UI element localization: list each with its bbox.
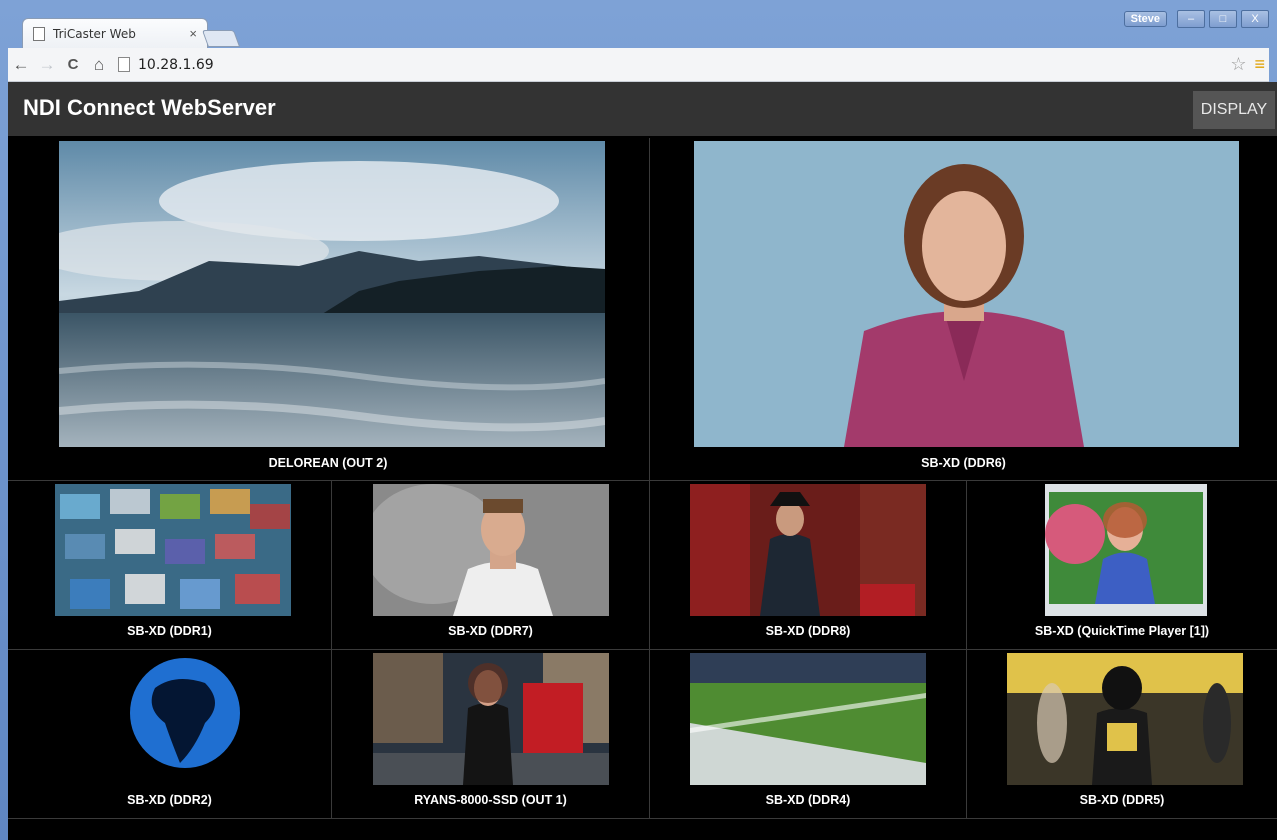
page-icon xyxy=(33,26,45,41)
new-tab-button[interactable] xyxy=(201,30,241,47)
source-tile[interactable]: SB-XD (DDR2) xyxy=(8,650,331,818)
source-label: RYANS-8000-SSD (OUT 1) xyxy=(414,793,567,807)
source-tile[interactable]: SB-XD (DDR5) xyxy=(967,650,1277,818)
menu-icon[interactable]: ≡ xyxy=(1254,54,1265,75)
video-preview-tiles xyxy=(55,484,291,616)
source-label: SB-XD (QuickTime Player [1]) xyxy=(1034,624,1210,638)
url-text: 10.28.1.69 xyxy=(138,56,214,73)
source-label: DELOREAN (OUT 2) xyxy=(268,456,388,470)
app-header: NDI Connect WebServer DISPLAY xyxy=(8,82,1277,136)
browser-tab[interactable]: TriCaster Web × xyxy=(22,18,208,48)
video-preview-presenter xyxy=(694,141,1239,447)
profile-badge[interactable]: Steve xyxy=(1123,11,1167,27)
source-tile-large[interactable]: SB-XD (DDR6) xyxy=(650,138,1277,480)
minimize-button[interactable]: – xyxy=(1177,10,1205,28)
video-preview-street xyxy=(373,653,609,785)
display-button[interactable]: DISPLAY xyxy=(1193,91,1275,129)
source-label: SB-XD (DDR8) xyxy=(765,624,851,638)
back-icon[interactable]: ← xyxy=(8,55,34,75)
source-label: SB-XD (DDR1) xyxy=(127,624,212,638)
video-preview-doctor xyxy=(373,484,609,616)
source-label: SB-XD (DDR5) xyxy=(1079,793,1165,807)
source-tile[interactable]: SB-XD (QuickTime Player [1]) xyxy=(967,481,1277,649)
source-label: SB-XD (DDR6) xyxy=(921,456,1006,470)
source-tile[interactable]: SB-XD (DDR7) xyxy=(332,481,649,649)
source-tile[interactable]: SB-XD (DDR8) xyxy=(650,481,966,649)
page-icon xyxy=(118,57,130,72)
source-label: SB-XD (DDR4) xyxy=(765,793,851,807)
video-preview-football-player xyxy=(1007,653,1243,785)
divider xyxy=(8,818,1277,819)
address-bar[interactable]: 10.28.1.69 xyxy=(118,52,1230,78)
video-preview-football-field xyxy=(690,653,926,785)
video-preview-lake xyxy=(59,141,605,447)
reload-icon[interactable]: C xyxy=(60,56,86,73)
source-tile[interactable]: RYANS-8000-SSD (OUT 1) xyxy=(332,650,649,818)
home-icon[interactable]: ⌂ xyxy=(86,55,112,75)
window-controls: Steve – □ X xyxy=(1123,10,1269,28)
close-window-button[interactable]: X xyxy=(1241,10,1269,28)
forward-icon[interactable]: → xyxy=(34,55,60,75)
bookmark-star-icon[interactable]: ☆ xyxy=(1230,54,1246,75)
video-preview-globe xyxy=(55,653,291,785)
video-preview-napoleon xyxy=(690,484,926,616)
close-tab-icon[interactable]: × xyxy=(189,26,197,41)
browser-toolbar: ← → C ⌂ 10.28.1.69 ☆ ≡ xyxy=(8,48,1269,82)
maximize-button[interactable]: □ xyxy=(1209,10,1237,28)
video-preview-child xyxy=(1045,484,1207,616)
source-tile[interactable]: SB-XD (DDR4) xyxy=(650,650,966,818)
source-tile[interactable]: SB-XD (DDR1) xyxy=(8,481,331,649)
source-label: SB-XD (DDR2) xyxy=(127,793,212,807)
tab-title: TriCaster Web xyxy=(53,26,136,41)
source-label: SB-XD (DDR7) xyxy=(448,624,533,638)
source-tile-large[interactable]: DELOREAN (OUT 2) xyxy=(8,138,648,480)
page-title: NDI Connect WebServer xyxy=(23,95,276,120)
webserver-page: NDI Connect WebServer DISPLAY DELOREAN (… xyxy=(8,82,1277,840)
